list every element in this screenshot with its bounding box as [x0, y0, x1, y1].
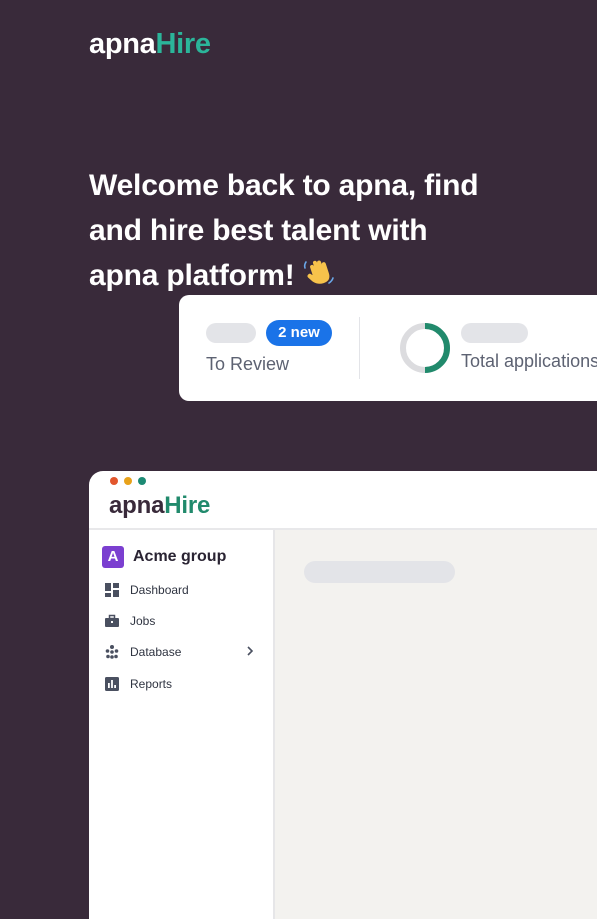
org-name: Acme group — [133, 548, 227, 565]
sidebar-item-label: Reports — [130, 677, 173, 691]
total-applications-label: Total applications — [461, 351, 597, 371]
applications-count-placeholder — [461, 323, 528, 343]
sidebar-item-label: Database — [130, 645, 182, 659]
apnahire-logo: apnaHire — [89, 28, 211, 60]
content-loading-placeholder — [304, 561, 455, 583]
app-window-preview: apnaHire A Acme group Dashboard Jobs Dat… — [89, 471, 597, 919]
to-review-label: To Review — [206, 354, 290, 374]
window-dot-green — [138, 477, 146, 485]
org-switcher[interactable]: A Acme group — [102, 546, 226, 568]
people-icon — [105, 645, 119, 659]
bar-chart-icon — [105, 677, 119, 691]
sidebar-item-label: Jobs — [130, 614, 156, 628]
sidebar-item-database[interactable]: Database — [105, 640, 265, 664]
chevron-right-icon — [247, 646, 254, 656]
welcome-headline: Welcome back to apna, find and hire best… — [89, 163, 529, 301]
headline-line-1: Welcome back to apna, find — [89, 169, 479, 202]
main-content — [275, 530, 597, 919]
stats-divider — [359, 317, 360, 379]
briefcase-icon — [105, 614, 119, 627]
org-avatar: A — [102, 546, 124, 568]
headline-line-3: apna platform! — [89, 253, 529, 301]
sidebar-item-jobs[interactable]: Jobs — [105, 609, 265, 633]
app-logo: apnaHire — [109, 492, 211, 519]
review-count-placeholder — [206, 323, 256, 343]
sidebar-item-reports[interactable]: Reports — [105, 672, 265, 696]
sidebar-item-label: Dashboard — [130, 583, 189, 597]
sidebar-item-dashboard[interactable]: Dashboard — [105, 578, 265, 602]
headline-line-2: and hire best talent with — [89, 214, 428, 247]
window-dot-yellow — [124, 477, 132, 485]
stats-card: 2 new To Review Total applications — [179, 295, 597, 401]
window-controls — [110, 477, 146, 485]
dashboard-icon — [105, 583, 119, 597]
sidebar: A Acme group Dashboard Jobs Database Rep… — [89, 530, 275, 919]
applications-donut-icon — [400, 323, 450, 373]
new-badge: 2 new — [266, 320, 332, 346]
window-dot-red — [110, 477, 118, 485]
page: apnaHire Welcome back to apna, find and … — [0, 0, 597, 919]
